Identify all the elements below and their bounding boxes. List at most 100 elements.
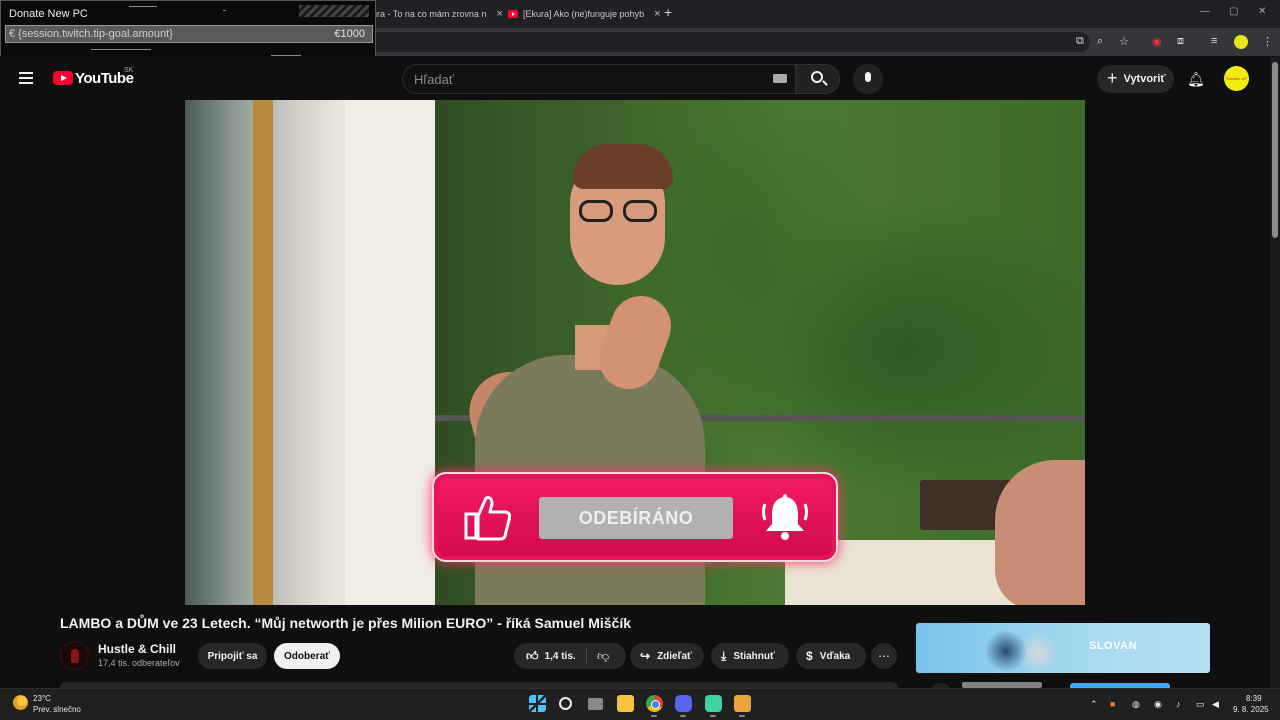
- extension-badge-icon[interactable]: ◉: [1152, 35, 1162, 48]
- steam-icon[interactable]: ◍: [1132, 699, 1140, 710]
- close-icon[interactable]: ×: [654, 8, 660, 20]
- plus-icon: +: [1107, 67, 1118, 88]
- minimize-icon[interactable]: —: [1200, 6, 1210, 17]
- youtube-logo-icon[interactable]: [53, 71, 73, 85]
- discord-tray-icon[interactable]: ◉: [1154, 699, 1162, 710]
- thumbs-down-icon[interactable]: 👎︎: [597, 649, 609, 664]
- goal-amount-expression: € {session.twitch.tip-goal.amount}: [9, 28, 173, 40]
- download-label: Stiahnuť: [733, 650, 775, 662]
- tab-label: ura - To na co mám zrovna n: [372, 9, 487, 19]
- scrollbar-thumb[interactable]: [1272, 62, 1278, 238]
- active-app-indicator: [680, 715, 686, 717]
- create-label: Vytvoriť: [1123, 73, 1166, 85]
- overlay-decoration: [299, 5, 369, 17]
- discord-icon[interactable]: [675, 695, 692, 712]
- keyboard-icon[interactable]: [773, 74, 787, 83]
- microphone-tray-icon[interactable]: ♪: [1176, 699, 1181, 709]
- weather-description[interactable]: Prev. slnečno: [33, 705, 81, 714]
- chrome-icon[interactable]: [646, 695, 663, 712]
- like-button[interactable]: 👍︎ 1,4 tis.: [514, 643, 626, 669]
- share-button[interactable]: ↪ Zdieľať: [630, 643, 704, 669]
- video-title: LAMBO a DŮM ve 23 Letech. “Můj networth …: [60, 615, 632, 631]
- download-button[interactable]: ⤓ Stiahnuť: [711, 643, 789, 669]
- file-explorer-icon[interactable]: [617, 695, 634, 712]
- task-view-icon[interactable]: [588, 698, 603, 710]
- clock-time[interactable]: 8:39: [1246, 694, 1262, 703]
- thumbs-up-icon: [464, 496, 512, 541]
- subscribed-label-box: ODEBÍRÁNO: [539, 497, 733, 539]
- search-icon: [811, 71, 823, 83]
- browser-menu-icon[interactable]: ⋮: [1262, 35, 1273, 48]
- video-scene: [573, 144, 673, 189]
- address-bar[interactable]: [370, 32, 1090, 52]
- profile-icon[interactable]: [1234, 35, 1248, 49]
- subscribe-button[interactable]: Odoberať: [274, 643, 340, 669]
- video-scene: [995, 460, 1085, 605]
- active-app-indicator: [739, 715, 745, 717]
- hamburger-menu-icon[interactable]: [19, 72, 33, 84]
- channel-avatar[interactable]: [60, 641, 89, 670]
- close-icon[interactable]: ×: [496, 8, 502, 20]
- video-scene: [577, 200, 669, 222]
- create-button[interactable]: + Vytvoriť: [1097, 65, 1174, 93]
- ad-banner[interactable]: SLOVAN: [916, 623, 1210, 673]
- bookmark-star-icon[interactable]: ☆: [1119, 35, 1129, 48]
- restore-icon[interactable]: ▢: [1229, 6, 1238, 17]
- ad-brand: SLOVAN: [1089, 640, 1138, 652]
- cast-icon[interactable]: ⧉: [1076, 35, 1084, 48]
- download-icon: ⤓: [721, 648, 727, 663]
- like-count: 1,4 tis.: [544, 650, 576, 662]
- tray-chevron-icon[interactable]: ⌃: [1090, 699, 1098, 710]
- overlay-divider: [223, 10, 226, 11]
- windows-taskbar: [0, 688, 1280, 720]
- zoom-icon[interactable]: ⌕: [1097, 35, 1103, 48]
- avatar[interactable]: Transfer UP: [1224, 66, 1249, 91]
- volume-icon[interactable]: ◀: [1212, 699, 1219, 710]
- more-actions-icon[interactable]: ⋯: [871, 643, 897, 669]
- extensions-icon[interactable]: ⧈: [1177, 35, 1184, 48]
- thumbs-up-icon: 👍︎: [526, 648, 539, 663]
- youtube-favicon-icon: [508, 10, 518, 18]
- clock-date[interactable]: 9. 8. 2025: [1233, 705, 1269, 714]
- tab-video-2[interactable]: [Ekura] Ako (ne)funguje pohyb ×: [508, 4, 661, 24]
- notifications-bell-icon[interactable]: 🔔︎: [1187, 71, 1205, 88]
- tray-app-icon[interactable]: ■: [1110, 699, 1115, 709]
- game-app-icon[interactable]: [734, 695, 751, 712]
- thanks-button[interactable]: $ Vďaka: [796, 643, 866, 669]
- overlay-divider: [91, 49, 151, 50]
- subscriber-count: 17,4 tis. odberateľov: [98, 658, 180, 668]
- microphone-icon: [865, 72, 871, 82]
- video-scene: [253, 100, 273, 605]
- country-code: SK: [124, 67, 134, 74]
- taskbar-search-icon[interactable]: [559, 697, 572, 710]
- active-app-indicator: [710, 715, 716, 717]
- media-control-icon[interactable]: ≡: [1211, 35, 1217, 47]
- network-icon[interactable]: ▭: [1196, 699, 1205, 710]
- active-app-indicator: [651, 715, 657, 717]
- tab-video-1[interactable]: ura - To na co mám zrovna n ×: [372, 4, 503, 24]
- search-placeholder: Hľadať: [414, 72, 454, 87]
- donation-goal-overlay: Donate New PC € {session.twitch.tip-goal…: [0, 0, 376, 62]
- join-button[interactable]: Pripojiť sa: [198, 643, 267, 669]
- ad-image: [976, 623, 1066, 673]
- goal-target: €1000: [334, 28, 365, 40]
- weather-temperature[interactable]: 23°C: [33, 694, 51, 703]
- weather-sun-icon[interactable]: [13, 695, 28, 710]
- share-icon: ↪: [640, 649, 651, 663]
- bell-icon: [762, 494, 808, 540]
- tab-label: [Ekura] Ako (ne)funguje pohyb: [523, 9, 645, 19]
- overlay-divider: [129, 6, 157, 7]
- video-scene: [345, 100, 435, 605]
- new-tab-button[interactable]: +: [664, 4, 672, 20]
- channel-name[interactable]: Hustle & Chill: [98, 642, 176, 656]
- like-divider: [586, 648, 587, 664]
- share-label: Zdieľať: [657, 650, 692, 662]
- close-window-icon[interactable]: ✕: [1258, 6, 1266, 17]
- overlay-title: Donate New PC: [9, 8, 88, 20]
- thanks-icon: $: [806, 649, 813, 663]
- thanks-label: Vďaka: [819, 650, 851, 662]
- subscribed-label: ODEBÍRÁNO: [578, 507, 694, 528]
- streaming-app-icon[interactable]: [705, 695, 722, 712]
- windows-start-icon[interactable]: [529, 695, 546, 712]
- search-input[interactable]: [402, 64, 796, 94]
